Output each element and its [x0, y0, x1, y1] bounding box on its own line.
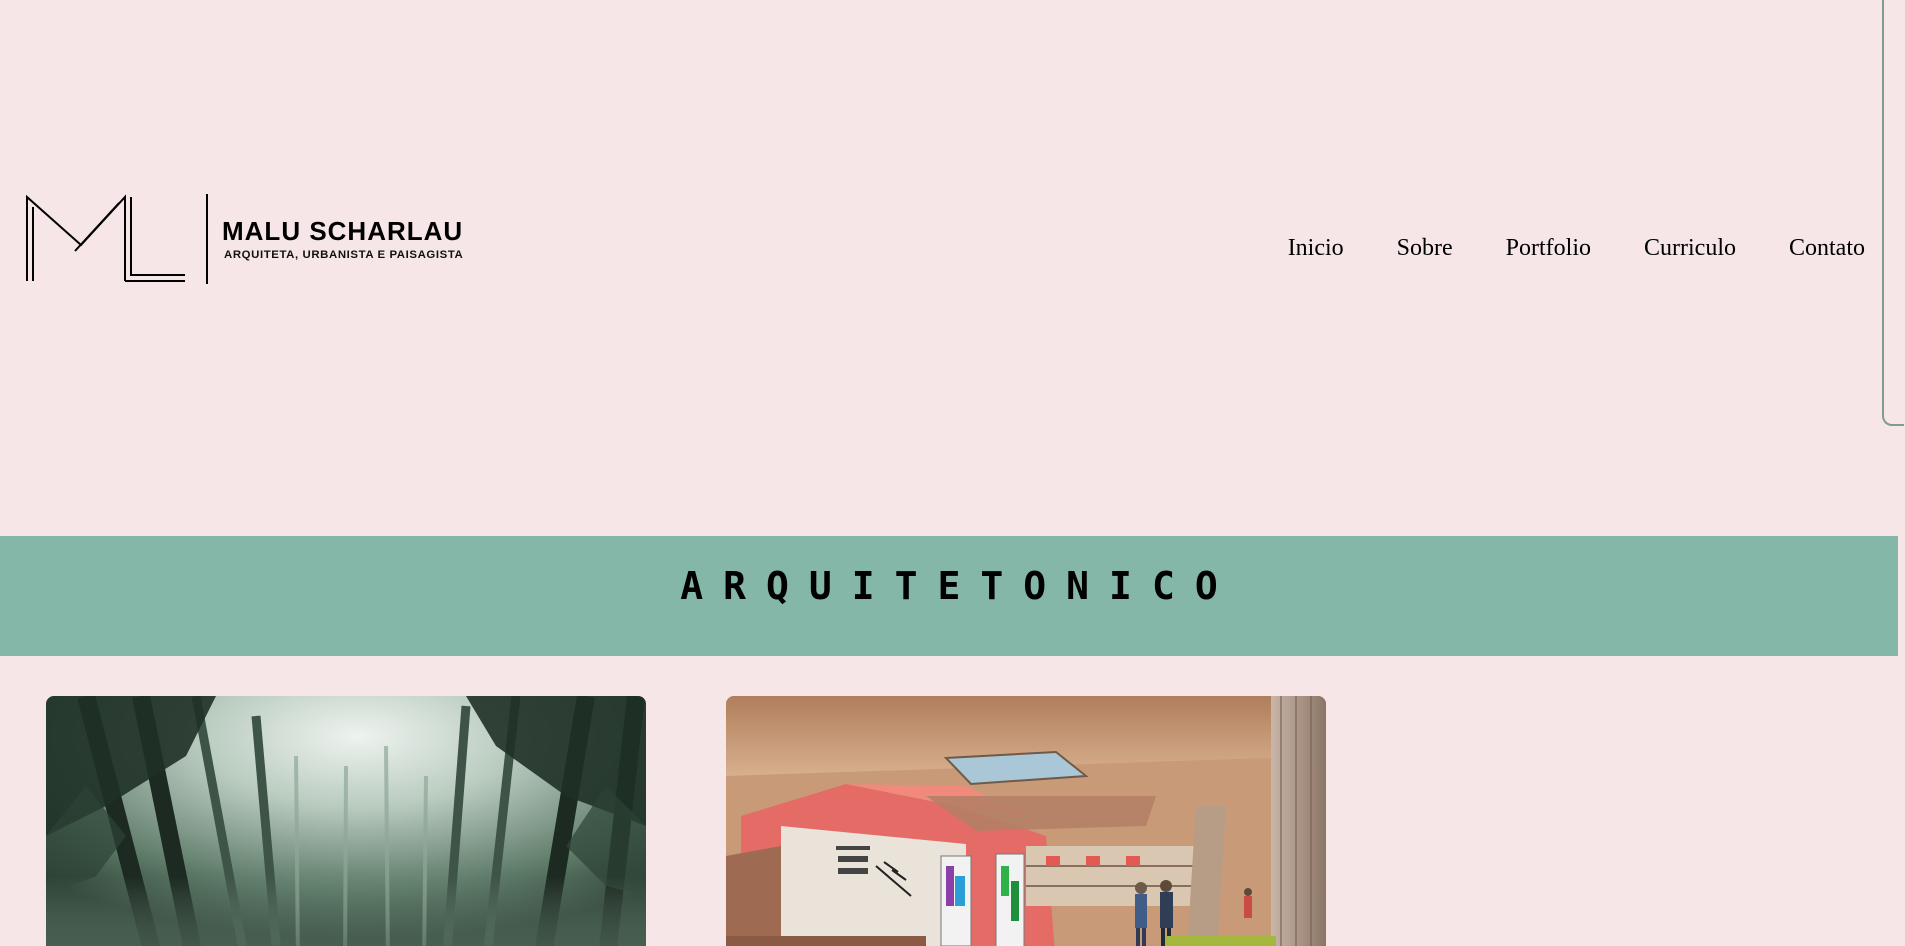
- brand-logo[interactable]: MALU SCHARLAU ARQUITETA, URBANISTA E PAI…: [25, 193, 475, 285]
- nav-item-contato[interactable]: Contato: [1789, 232, 1865, 264]
- logo-divider: [206, 194, 208, 284]
- nav-item-curriculo[interactable]: Curriculo: [1644, 232, 1736, 264]
- project-card-forest[interactable]: [46, 696, 646, 946]
- main-nav: Inicio Sobre Portfolio Curriculo Contato: [1288, 232, 1865, 264]
- logo-text: MALU SCHARLAU ARQUITETA, URBANISTA E PAI…: [222, 217, 463, 262]
- brand-name: MALU SCHARLAU: [222, 215, 464, 246]
- nav-item-sobre[interactable]: Sobre: [1397, 232, 1453, 264]
- page: MALU SCHARLAU ARQUITETA, URBANISTA E PAI…: [0, 0, 1905, 946]
- section-title: ARQUITETONICO: [680, 564, 1238, 609]
- ml-monogram-icon: [26, 194, 185, 282]
- forest-photo: [46, 696, 646, 946]
- decorative-frame: [1882, 0, 1904, 426]
- brand-tagline: ARQUITETA, URBANISTA E PAISAGISTA: [224, 248, 464, 261]
- nav-item-inicio[interactable]: Inicio: [1288, 232, 1344, 264]
- station-interior-render: [726, 696, 1326, 946]
- site-header: MALU SCHARLAU ARQUITETA, URBANISTA E PAI…: [0, 0, 1904, 536]
- nav-item-portfolio[interactable]: Portfolio: [1506, 232, 1591, 264]
- project-card-station-interior[interactable]: [726, 696, 1326, 946]
- section-banner: ARQUITETONICO: [0, 536, 1898, 656]
